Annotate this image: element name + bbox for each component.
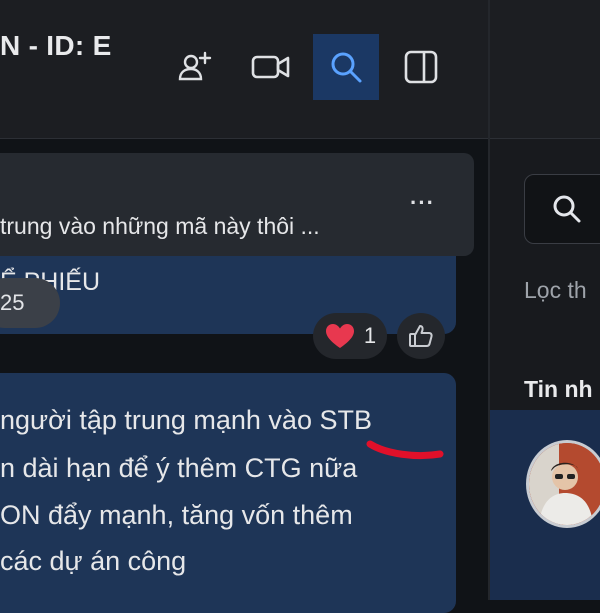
video-call-icon bbox=[251, 55, 290, 79]
video-call-button[interactable] bbox=[238, 34, 304, 100]
filter-label[interactable]: Lọc th bbox=[524, 277, 587, 304]
pinned-message-text: trung vào những mã này thôi ... bbox=[0, 213, 320, 239]
date-text: 25 bbox=[0, 290, 25, 315]
more-options-button[interactable]: ··· bbox=[410, 190, 435, 216]
add-member-icon bbox=[178, 51, 212, 81]
message-line: n dài hạn để ý thêm CTG nữa bbox=[0, 453, 358, 483]
message-line: ON đẩy mạnh, tăng vốn thêm bbox=[0, 500, 353, 530]
section-title: Tin nh bbox=[524, 376, 593, 402]
chat-header: N - ID: E bbox=[0, 0, 490, 139]
reaction-count: 1 bbox=[363, 323, 377, 348]
search-icon bbox=[331, 52, 362, 83]
add-member-button[interactable] bbox=[162, 34, 228, 100]
pinned-message-bar[interactable] bbox=[0, 153, 474, 256]
conversation-search-input[interactable] bbox=[524, 174, 600, 244]
conversation-list-panel: Lọc th Tin nh bbox=[490, 0, 600, 600]
thumbs-up-icon bbox=[409, 325, 433, 347]
search-button[interactable] bbox=[313, 34, 379, 100]
reaction-pill[interactable]: 1 bbox=[313, 313, 387, 359]
heart-icon bbox=[325, 324, 354, 348]
react-button[interactable] bbox=[397, 313, 445, 359]
search-icon bbox=[553, 195, 581, 223]
message-line: các dự án công bbox=[0, 546, 187, 576]
avatar bbox=[526, 440, 600, 528]
date-pill: 25 bbox=[0, 278, 60, 328]
toggle-panel-icon bbox=[404, 50, 438, 84]
panel-header bbox=[490, 0, 600, 139]
toggle-panel-button[interactable] bbox=[388, 34, 454, 100]
chat-title: N - ID: E bbox=[0, 30, 112, 61]
red-underline-annotation bbox=[366, 440, 444, 460]
message-line: người tập trung mạnh vào STB bbox=[0, 405, 372, 435]
